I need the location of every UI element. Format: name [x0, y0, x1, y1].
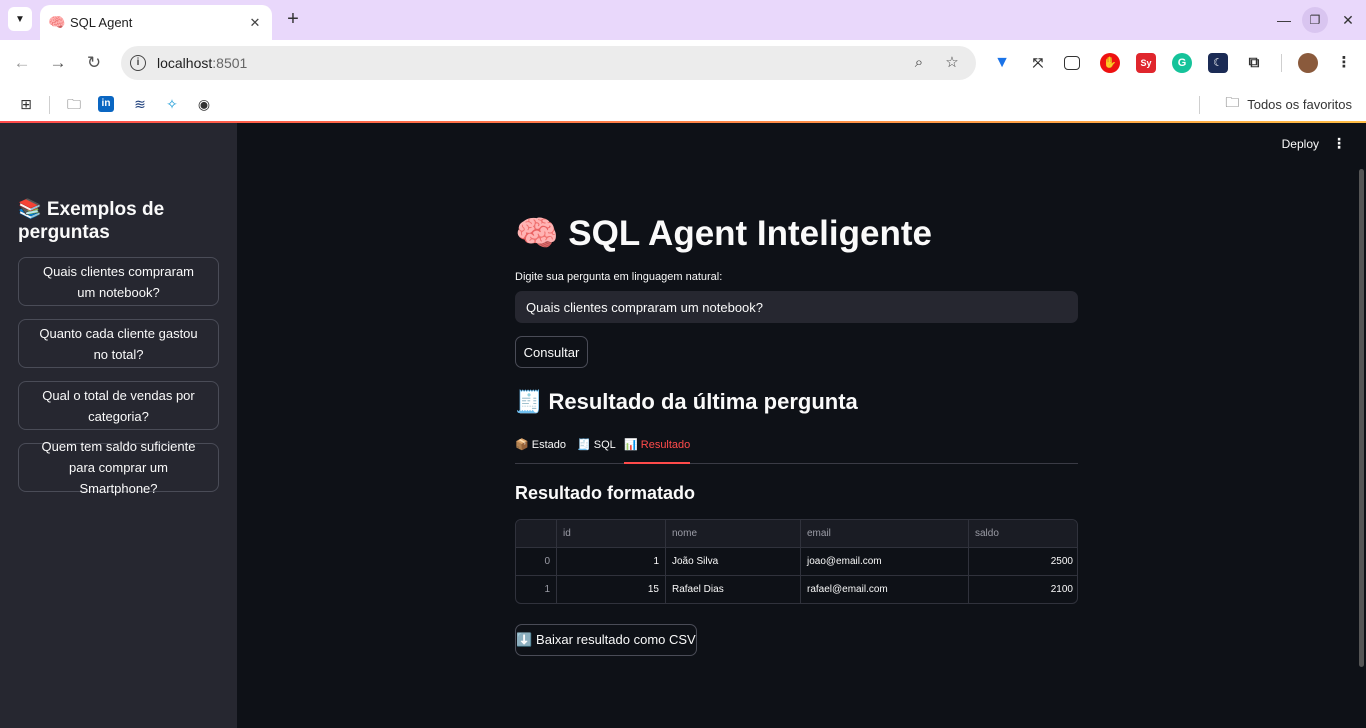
nome-cell[interactable]: João Silva — [666, 548, 801, 575]
consult-button[interactable]: Consultar — [515, 336, 588, 368]
folder-icon[interactable]: 🗀 — [64, 94, 84, 114]
sidebar-title: 📚 Exemplos de perguntas — [18, 199, 165, 243]
url-port: :8501 — [212, 55, 248, 71]
address-url[interactable]: localhost:8501 — [157, 55, 247, 71]
brain-favicon-icon: 🧠 — [48, 14, 66, 30]
browser-menu-icon[interactable]: ⋮ — [1334, 53, 1354, 73]
close-window-button[interactable]: ✕ — [1334, 8, 1362, 32]
row-index-cell[interactable]: 0 — [516, 548, 557, 575]
question-label: Digite sua pergunta em linguagem natural… — [515, 271, 723, 283]
forward-button[interactable]: → — [46, 51, 70, 75]
tab-search-button[interactable]: ▼ — [8, 7, 32, 31]
new-tab-button[interactable]: + — [282, 8, 304, 30]
globe-bookmark-icon[interactable]: ◉ — [194, 94, 214, 114]
reload-button[interactable]: ↻ — [82, 51, 106, 75]
column-header-id[interactable]: id — [557, 520, 666, 547]
bookmarks-divider — [49, 96, 50, 114]
main-scrollbar[interactable] — [1359, 169, 1364, 667]
restore-window-button[interactable]: ❐ — [1302, 7, 1328, 33]
saldo-cell[interactable]: 2100 — [969, 576, 1077, 603]
column-header-email[interactable]: email — [801, 520, 969, 547]
email-cell[interactable]: joao@email.com — [801, 548, 969, 575]
column-header-saldo[interactable]: saldo — [969, 520, 1077, 547]
site-info-icon[interactable]: i — [130, 55, 146, 71]
all-bookmarks-button[interactable]: 🗀 Todos os favoritos — [1225, 92, 1352, 116]
row-index-cell[interactable]: 1 — [516, 576, 557, 603]
extension-expand-icon[interactable]: ⤧ — [1028, 53, 1048, 73]
screenshot-extension-icon[interactable] — [1064, 56, 1080, 70]
back-button[interactable]: ← — [10, 51, 34, 75]
profile-avatar[interactable] — [1298, 53, 1318, 73]
sy-extension-icon[interactable]: Sy — [1136, 53, 1156, 73]
browser-tab-strip: ▼ 🧠 SQL Agent ✕ + — ❐ ✕ — [0, 0, 1366, 40]
saldo-cell[interactable]: 2500 — [969, 548, 1077, 575]
tab-close-icon[interactable]: ✕ — [246, 15, 264, 31]
id-cell[interactable]: 15 — [557, 576, 666, 603]
bookmarks-bar: ⊞ 🗀 in ≋ ✧ ◉ 🗀 Todos os favoritos — [0, 86, 1366, 122]
download-csv-button[interactable]: ⬇️ Baixar resultado como CSV — [515, 624, 697, 656]
nome-cell[interactable]: Rafael Dias — [666, 576, 801, 603]
column-header-nome[interactable]: nome — [666, 520, 801, 547]
sidebar: 📚 Exemplos de perguntas Quais clientes c… — [0, 123, 237, 728]
bookmark-star-icon[interactable]: ☆ — [942, 54, 962, 72]
formatted-result-title: Resultado formatado — [515, 483, 696, 503]
table-row: 0 1 João Silva joao@email.com 2500 — [516, 548, 1077, 576]
moon-extension-icon[interactable]: ☾ — [1208, 53, 1228, 73]
id-cell[interactable]: 1 — [557, 548, 666, 575]
table-header-row: id nome email saldo — [516, 520, 1077, 548]
adblock-extension-icon[interactable]: ✋ — [1100, 53, 1120, 73]
result-table[interactable]: id nome email saldo 0 1 João Silva joao@… — [515, 519, 1078, 604]
toolbar-divider — [1281, 54, 1282, 72]
result-tabs: 📦 Estado 🧾 SQL 📊 Resultado — [515, 433, 1078, 464]
tab-sql[interactable]: 🧾 SQL — [577, 438, 616, 464]
app-menu-icon[interactable]: ⋮ — [1332, 135, 1346, 152]
tab-estado[interactable]: 📦 Estado — [515, 438, 566, 464]
tab-resultado[interactable]: 📊 Resultado — [624, 438, 691, 464]
url-host: localhost — [157, 55, 213, 71]
example-button-notebook[interactable]: Quais clientes compraram um notebook? — [18, 257, 219, 306]
folder-icon-all-bookmarks: 🗀 — [1225, 94, 1240, 110]
extension-v-icon[interactable]: ▼ — [992, 53, 1012, 73]
browser-tab-active[interactable]: 🧠 SQL Agent ✕ — [40, 5, 272, 40]
example-button-smartphone-balance[interactable]: Quem tem saldo suficiente para comprar u… — [18, 439, 219, 496]
result-section-title: 🧾 Resultado da última pergunta — [515, 389, 858, 414]
minimize-window-button[interactable]: — — [1270, 8, 1298, 32]
grammarly-extension-icon[interactable]: G — [1172, 53, 1192, 73]
email-cell[interactable]: rafael@email.com — [801, 576, 969, 603]
example-button-sales-by-category[interactable]: Qual o total de vendas por categoria? — [18, 381, 219, 430]
apps-grid-icon[interactable]: ⊞ — [16, 94, 36, 114]
example-button-total-spent[interactable]: Quanto cada cliente gastou no total? — [18, 319, 219, 368]
address-bar[interactable]: i localhost:8501 ⌕ ☆ — [121, 46, 976, 80]
extensions-puzzle-icon[interactable]: ⧉ — [1244, 53, 1264, 73]
page-title: 🧠 SQL Agent Inteligente — [515, 214, 932, 253]
linkedin-bookmark-icon[interactable]: in — [98, 96, 114, 112]
bookmarks-divider-right — [1199, 96, 1200, 114]
browser-toolbar: ← → ↻ i localhost:8501 ⌕ ☆ ▼ ⤧ ✋ Sy G ☾ … — [0, 40, 1366, 86]
all-bookmarks-label: Todos os favoritos — [1247, 96, 1352, 112]
deploy-button[interactable]: Deploy — [1282, 137, 1319, 151]
column-header-index[interactable] — [516, 520, 557, 547]
zoom-icon[interactable]: ⌕ — [909, 54, 929, 72]
main-content: Deploy ⋮ 🧠 SQL Agent Inteligente Digite … — [237, 123, 1366, 728]
table-row: 1 15 Rafael Dias rafael@email.com 2100 — [516, 576, 1077, 603]
bookmark-logo-icon[interactable]: ≋ — [130, 94, 150, 114]
tab-title: SQL Agent — [70, 15, 133, 30]
bookmark-star-shape-icon[interactable]: ✧ — [162, 94, 182, 114]
question-input[interactable] — [515, 291, 1078, 323]
